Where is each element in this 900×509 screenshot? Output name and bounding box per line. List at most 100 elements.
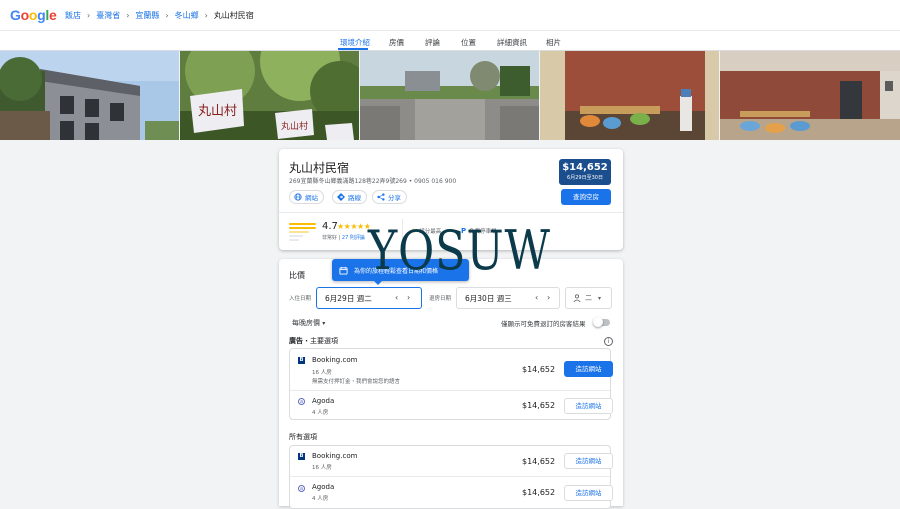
- nightly-label: 每晚房價: [292, 319, 320, 327]
- checkin-label: 入住日期: [289, 296, 312, 302]
- all-options-title: 所有選項: [289, 433, 317, 441]
- checkin-date-field[interactable]: 6月29日 週二 ‹ ›: [316, 287, 422, 309]
- offer-price: $14,652: [522, 365, 556, 374]
- breadcrumb-separator: ›: [204, 11, 208, 20]
- website-button[interactable]: 網站: [289, 190, 324, 204]
- price-badge-amount: $14,652: [562, 162, 608, 173]
- google-logo[interactable]: Google: [10, 7, 57, 23]
- checkout-value: 6月30日 週三: [465, 293, 512, 303]
- visit-site-button[interactable]: 造訪網站: [564, 485, 613, 501]
- agoda-logo-icon: a: [298, 398, 305, 405]
- checkin-value: 6月29日 週二: [325, 293, 372, 303]
- booking-logo-icon: B: [298, 357, 305, 364]
- breadcrumb-township[interactable]: 冬山鄉: [175, 10, 199, 21]
- offer-price: $14,652: [522, 488, 556, 497]
- rating-score: 4.7: [322, 221, 338, 232]
- checkout-date-field[interactable]: 6月30日 週三 ‹ ›: [456, 287, 560, 309]
- person-icon: [573, 294, 581, 302]
- globe-icon: [294, 193, 302, 201]
- divider: [279, 212, 623, 213]
- chevron-right-icon[interactable]: ›: [547, 293, 550, 302]
- offer-provider: Booking.com: [312, 356, 358, 364]
- breadcrumb: 飯店 › 臺灣省 › 宜蘭縣 › 冬山鄉 › 丸山村民宿: [65, 10, 254, 21]
- svg-text:丸山村: 丸山村: [198, 104, 237, 119]
- free-cancel-toggle-label: 僅顯示可免費退訂的房客結果: [501, 320, 586, 328]
- checkout-label: 退房日期: [429, 296, 452, 302]
- hotel-address: 269宜蘭縣冬山鄉義滿路128巷22弄9號269 • 0905 016 900: [289, 178, 457, 185]
- chevron-right-icon[interactable]: ›: [407, 293, 410, 302]
- directions-button[interactable]: 路線: [332, 190, 367, 204]
- tab-overview[interactable]: 環境介紹: [340, 37, 370, 48]
- website-label: 網站: [305, 194, 318, 202]
- guests-selector[interactable]: 二 ▾: [565, 287, 612, 309]
- all-offers: B Booking.com 16 人房 $14,652 造訪網站 a Agoda…: [289, 445, 613, 509]
- visit-site-button[interactable]: 造訪網站: [564, 361, 613, 377]
- breadcrumb-separator: ›: [126, 11, 130, 20]
- price-section-title: 比價: [289, 271, 305, 280]
- chevron-left-icon[interactable]: ‹: [535, 293, 538, 302]
- tab-photos[interactable]: 相片: [546, 37, 561, 48]
- offer-provider: Agoda: [312, 397, 335, 405]
- check-availability-button[interactable]: 查詢空房: [561, 189, 611, 205]
- directions-icon: [337, 193, 345, 201]
- calendar-icon: [339, 266, 348, 275]
- breadcrumb-hotels[interactable]: 飯店: [65, 10, 81, 21]
- breadcrumb-separator: ›: [165, 11, 169, 20]
- chevron-left-icon[interactable]: ‹: [395, 293, 398, 302]
- reviews-link[interactable]: 27 則評論: [342, 235, 365, 241]
- tab-reviews[interactable]: 評論: [425, 37, 440, 48]
- offer-room: 4 人房: [312, 410, 329, 416]
- breadcrumb-county[interactable]: 宜蘭縣: [135, 10, 159, 21]
- offer-room: 4 人房: [312, 496, 329, 502]
- offer-row[interactable]: a Agoda 4 人房 $14,652 造訪網站: [290, 477, 613, 509]
- photo-sign[interactable]: 丸山村 丸山村: [180, 51, 359, 140]
- tab-location[interactable]: 位置: [461, 37, 476, 48]
- price-badge-dates: 6月29日至30日: [567, 175, 603, 181]
- rating-stars: ★★★★★: [337, 222, 371, 231]
- guests-value: 二: [585, 294, 592, 302]
- price-comparison-panel: 比價 為你的旅程輕鬆查看日期和價格 入住日期 6月29日 週二 ‹ › 退房日期…: [279, 259, 623, 509]
- photo-strip: 丸山村 丸山村: [0, 51, 900, 140]
- visit-site-button[interactable]: 造訪網站: [564, 453, 613, 469]
- info-icon[interactable]: i: [604, 337, 613, 346]
- share-icon: [377, 193, 385, 201]
- tab-details[interactable]: 詳細資訊: [497, 37, 527, 48]
- offer-provider: Agoda: [312, 483, 335, 491]
- nightly-price-dropdown[interactable]: 每晚房價 ▾: [292, 318, 325, 328]
- directions-label: 路線: [348, 194, 361, 202]
- offer-row[interactable]: a Agoda 4 人房 $14,652 造訪網站: [290, 391, 613, 421]
- share-button[interactable]: 分享: [372, 190, 407, 204]
- ads-label: 廣告: [289, 337, 303, 345]
- offer-row[interactable]: B Booking.com 16 人房 無需支付押訂金・我們會說您的語言 $14…: [290, 349, 613, 391]
- offer-room: 16 人房: [312, 465, 332, 471]
- photo-dining[interactable]: [720, 51, 900, 140]
- photo-building[interactable]: [0, 51, 179, 140]
- agoda-logo-icon: a: [298, 485, 305, 492]
- ads-section-title: 廣告・主要選項: [289, 336, 338, 346]
- watermark: YOSUW: [368, 219, 551, 282]
- tab-prices[interactable]: 房價: [389, 37, 404, 48]
- section-tabs: 環境介紹 房價 評論 位置 詳細資訊 相片: [0, 31, 900, 51]
- breadcrumb-separator: ›: [87, 11, 91, 20]
- offer-provider: Booking.com: [312, 452, 358, 460]
- photo-lounge[interactable]: [540, 51, 719, 140]
- offer-row[interactable]: B Booking.com 16 人房 $14,652 造訪網站: [290, 446, 613, 477]
- top-bar: Google 飯店 › 臺灣省 › 宜蘭縣 › 冬山鄉 › 丸山村民宿: [0, 0, 900, 31]
- svg-text:丸山村: 丸山村: [281, 120, 308, 132]
- offer-room: 16 人房: [312, 370, 332, 376]
- photo-road[interactable]: [360, 51, 539, 140]
- toggle-knob[interactable]: [593, 317, 603, 327]
- breadcrumb-province[interactable]: 臺灣省: [96, 10, 120, 21]
- rating-text: 非常好: [322, 235, 338, 241]
- price-badge[interactable]: $14,652 6月29日至30日: [559, 159, 611, 185]
- visit-site-button[interactable]: 造訪網站: [564, 398, 613, 414]
- rating-bars: [289, 223, 316, 243]
- active-tab-indicator: [338, 48, 368, 50]
- chevron-down-icon: ▾: [322, 320, 326, 327]
- featured-offers: B Booking.com 16 人房 無需支付押訂金・我們會說您的語言 $14…: [289, 348, 613, 421]
- ads-title-rest: ・主要選項: [303, 337, 338, 345]
- offer-note: 無需支付押訂金・我們會說您的語言: [312, 379, 401, 385]
- offer-price: $14,652: [522, 401, 556, 410]
- booking-logo-icon: B: [298, 453, 305, 460]
- offer-price: $14,652: [522, 457, 556, 466]
